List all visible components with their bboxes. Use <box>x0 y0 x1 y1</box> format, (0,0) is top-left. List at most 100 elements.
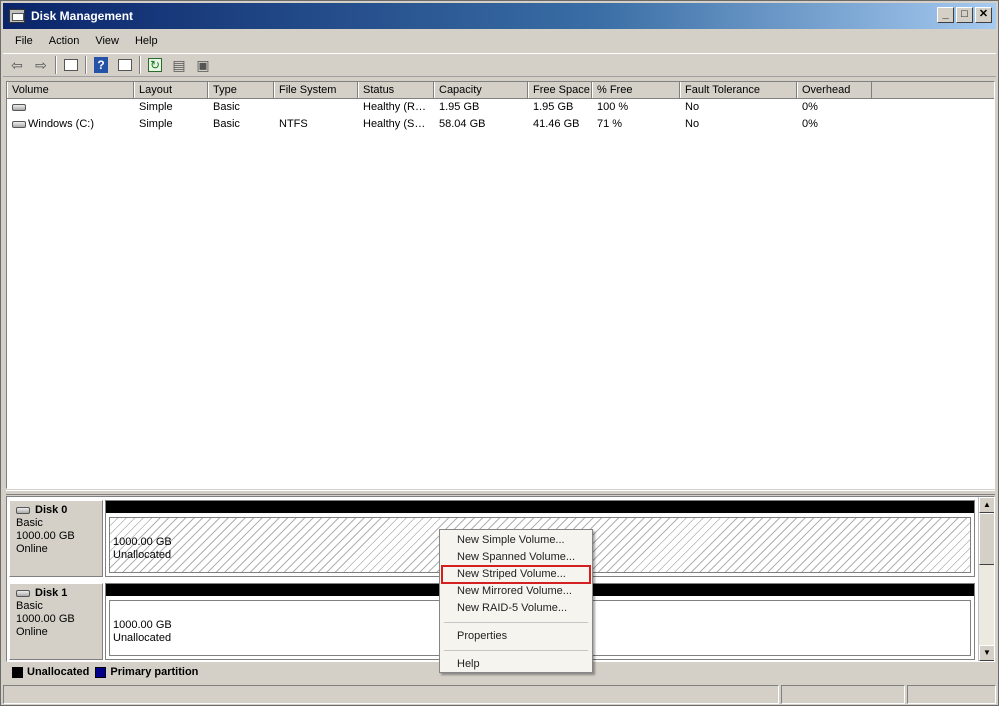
menu-item-help[interactable]: Help <box>442 656 590 673</box>
disk-type: Basic <box>16 517 43 529</box>
capacity-cell: 1.95 GB <box>439 101 480 113</box>
close-button[interactable]: ✕ <box>975 7 992 23</box>
disk-state: Online <box>16 626 48 638</box>
status-cell: Healthy (S… <box>363 118 426 130</box>
legend-swatch-blue <box>95 666 107 678</box>
column-header-layout[interactable]: Layout <box>134 82 208 98</box>
menu-item-properties[interactable]: Properties <box>442 628 590 645</box>
legend-primary-partition: Primary partition <box>95 666 198 678</box>
layout-cell: Simple <box>139 101 173 113</box>
column-header-file-system[interactable]: File System <box>274 82 358 98</box>
table-row[interactable]: Simple Basic Healthy (R… 1.95 GB 1.95 GB… <box>7 99 994 116</box>
show-hide-console-tree-icon[interactable] <box>61 56 81 74</box>
help-icon[interactable]: ? <box>91 56 111 74</box>
legend-label: Primary partition <box>110 666 199 678</box>
percent-free-cell: 100 % <box>597 101 629 113</box>
rescan-icon[interactable]: ▣ <box>193 56 213 74</box>
layout-cell: Simple <box>139 118 173 130</box>
toolbar: ⇦ ⇨ ? ↻ ▤ ▣ <box>3 53 996 77</box>
menu-view[interactable]: View <box>87 35 127 47</box>
free-space-cell: 1.95 GB <box>533 101 574 113</box>
toolbar-separator <box>139 56 141 74</box>
column-header-percent-free[interactable]: % Free <box>592 82 680 98</box>
menu-item-new-simple-volume[interactable]: New Simple Volume... <box>442 532 590 549</box>
fault-tolerance-cell: No <box>685 118 700 130</box>
type-cell: Basic <box>213 118 240 130</box>
disk-type: Basic <box>16 600 43 612</box>
title-bar[interactable]: Disk Management _ □ ✕ <box>3 3 996 29</box>
disk-name: Disk 0 <box>35 504 68 516</box>
type-cell: Basic <box>213 101 240 113</box>
column-header-volume[interactable]: Volume <box>7 82 134 98</box>
disk-name: Disk 1 <box>35 587 68 599</box>
file-system-cell: NTFS <box>279 118 308 130</box>
menu-item-new-mirrored-volume[interactable]: New Mirrored Volume... <box>442 583 590 600</box>
column-header-type[interactable]: Type <box>208 82 274 98</box>
show-hide-action-pane-icon[interactable] <box>115 56 135 74</box>
column-header-status[interactable]: Status <box>358 82 434 98</box>
menu-separator <box>444 650 588 651</box>
menu-bar: File Action View Help <box>3 31 996 51</box>
fault-tolerance-cell: No <box>685 101 700 113</box>
disk-icon <box>16 507 30 514</box>
disk-bar-header <box>106 501 974 513</box>
drive-icon <box>12 120 26 128</box>
column-header-overhead[interactable]: Overhead <box>797 82 872 98</box>
disk-icon <box>16 590 30 597</box>
scroll-thumb[interactable] <box>979 513 994 565</box>
status-cell: Healthy (R… <box>363 101 426 113</box>
back-arrow-icon[interactable]: ⇦ <box>7 56 27 74</box>
drive-icon <box>12 103 26 111</box>
disk-label-1[interactable]: Disk 1 Basic 1000.00 GB Online <box>9 583 103 660</box>
status-pane-2 <box>781 685 905 704</box>
table-row[interactable]: Windows (C:) Simple Basic NTFS Healthy (… <box>7 116 994 133</box>
toolbar-separator <box>85 56 87 74</box>
volume-cell <box>7 99 134 116</box>
overhead-cell: 0% <box>802 118 818 130</box>
disk-management-window: Disk Management _ □ ✕ File Action View H… <box>0 0 999 706</box>
menu-item-new-raid5-volume[interactable]: New RAID-5 Volume... <box>442 600 590 617</box>
status-bar <box>3 685 996 704</box>
refresh-icon[interactable]: ↻ <box>145 56 165 74</box>
status-pane-main <box>3 685 779 704</box>
legend-swatch-black <box>12 666 23 678</box>
file-system-cell <box>274 99 358 116</box>
menu-item-new-spanned-volume[interactable]: New Spanned Volume... <box>442 549 590 566</box>
toolbar-separator <box>55 56 57 74</box>
disk-state: Online <box>16 543 48 555</box>
properties-icon[interactable]: ▤ <box>169 56 189 74</box>
volume-cell: Windows (C:) <box>7 116 134 133</box>
percent-free-cell: 71 % <box>597 118 623 130</box>
disk-size: 1000.00 GB <box>16 530 75 542</box>
menu-separator <box>444 622 588 623</box>
column-header-free-space[interactable]: Free Space <box>528 82 592 98</box>
menu-help[interactable]: Help <box>127 35 166 47</box>
legend-unallocated: Unallocated <box>12 666 89 678</box>
scroll-up-icon[interactable]: ▲ <box>979 497 994 513</box>
capacity-cell: 58.04 GB <box>439 118 486 130</box>
volume-list[interactable]: Volume Layout Type File System Status Ca… <box>6 81 995 489</box>
volume-name: Windows (C:) <box>28 118 95 130</box>
disk-panel-scrollbar[interactable]: ▲ ▼ <box>978 497 994 661</box>
volume-list-header: Volume Layout Type File System Status Ca… <box>7 82 994 99</box>
menu-action[interactable]: Action <box>41 35 88 47</box>
menu-file[interactable]: File <box>7 35 41 47</box>
context-menu: New Simple Volume... New Spanned Volume.… <box>439 529 593 673</box>
legend-label: Unallocated <box>27 666 90 678</box>
column-header-capacity[interactable]: Capacity <box>434 82 528 98</box>
column-header-fault-tolerance[interactable]: Fault Tolerance <box>680 82 797 98</box>
forward-arrow-icon[interactable]: ⇨ <box>31 56 51 74</box>
window-controls: _ □ ✕ <box>937 7 992 23</box>
disk-size: 1000.00 GB <box>16 613 75 625</box>
window-title: Disk Management <box>31 9 134 23</box>
status-pane-3 <box>907 685 996 704</box>
free-space-cell: 41.46 GB <box>533 118 580 130</box>
overhead-cell: 0% <box>802 101 818 113</box>
disk-management-app-icon <box>9 9 25 23</box>
scroll-down-icon[interactable]: ▼ <box>979 645 994 661</box>
maximize-button[interactable]: □ <box>956 7 973 23</box>
disk-label-0[interactable]: Disk 0 Basic 1000.00 GB Online <box>9 500 103 577</box>
pane-splitter[interactable] <box>6 490 995 495</box>
menu-item-new-striped-volume[interactable]: New Striped Volume... <box>441 565 591 584</box>
minimize-button[interactable]: _ <box>937 7 954 23</box>
